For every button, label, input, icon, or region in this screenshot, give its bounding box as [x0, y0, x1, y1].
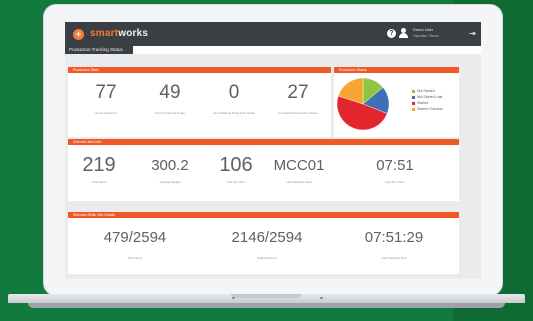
- stat-label: Items Produced: [95, 111, 117, 115]
- help-icon[interactable]: ?: [387, 29, 396, 38]
- app-screen: + smartworks ? Demo User Operator / Demo…: [65, 22, 481, 279]
- stat-value: 07:51: [376, 157, 414, 174]
- stat-value: MCC01: [273, 157, 325, 174]
- tab-production-tracking[interactable]: Production Tracking Status: [65, 46, 133, 54]
- stat-label: Total Items: [91, 180, 107, 184]
- legend-swatch: [412, 95, 415, 99]
- status-pie-chart: [336, 77, 390, 131]
- stat-value: 300.2: [151, 157, 189, 174]
- stat-label: Items Produced Today: [155, 111, 185, 115]
- stat-value: 07:51:29: [364, 229, 424, 246]
- stat-value: 479/2594: [103, 229, 167, 246]
- panel-title: Selected Item Info: [68, 139, 459, 145]
- production-status-panel: Production Status Not Started Not Started…: [334, 67, 459, 137]
- legend-label: Started: [417, 101, 429, 105]
- stat-value: 49: [159, 82, 181, 103]
- order-info-panel: Selected Order Info Details 479/2594 Tot…: [68, 212, 459, 274]
- item-info-panel: Selected Item Info 219 Total Items 300.2…: [68, 139, 459, 201]
- stat-value: 219: [82, 154, 116, 176]
- legend-item: Not Started Late: [412, 95, 443, 99]
- stat-value: 106: [219, 154, 253, 176]
- stat-label: Total Items: [127, 256, 143, 260]
- legend-label: Not Started: [417, 89, 435, 93]
- app-bar: + smartworks ? Demo User Operator / Demo…: [65, 22, 481, 46]
- legend-label: Started Overdue: [417, 107, 443, 111]
- stat-label: Last Item Item: [226, 180, 246, 184]
- stat-label: Last Machine Used: [286, 180, 312, 184]
- stat-value: 2146/2594: [231, 229, 303, 246]
- logout-icon[interactable]: ⇥: [469, 29, 476, 38]
- legend-item: Not Started: [412, 89, 435, 93]
- legend-swatch: [412, 107, 415, 111]
- stat-value: 77: [95, 82, 117, 103]
- logo-prefix: smart: [90, 28, 119, 39]
- production-stats-panel: Production Stats 77 Items Produced 49 It…: [68, 67, 331, 137]
- logo-suffix: works: [118, 28, 149, 39]
- legend-swatch: [412, 101, 415, 105]
- panel-title: Selected Order Info Details: [68, 212, 459, 218]
- logo[interactable]: smartworks: [90, 28, 148, 39]
- stat-value: 0: [228, 82, 240, 103]
- legend-item: Started Overdue: [412, 107, 443, 111]
- legend-item: Started: [412, 101, 428, 105]
- stat-label: Last Item Time: [385, 180, 405, 184]
- stat-value: 27: [287, 82, 309, 103]
- laptop-base: [0, 294, 533, 321]
- stat-label: Selected Items: [257, 256, 277, 260]
- legend-swatch: [412, 89, 415, 93]
- user-icon[interactable]: [399, 28, 408, 39]
- logo-icon: +: [73, 29, 84, 40]
- stat-label: Last Selected Time: [381, 256, 407, 260]
- stat-label: Average Weight: [159, 180, 181, 184]
- stat-label: Completed Production Orders: [278, 111, 318, 115]
- user-role: Operator / Demo: [413, 34, 440, 38]
- panel-title: Production Stats: [68, 67, 331, 73]
- user-name[interactable]: Demo User: [413, 27, 433, 32]
- legend-label: Not Started Late: [417, 95, 443, 99]
- trackpad-notch: [231, 294, 301, 298]
- stat-label: Items Waiting Production Today: [212, 111, 256, 115]
